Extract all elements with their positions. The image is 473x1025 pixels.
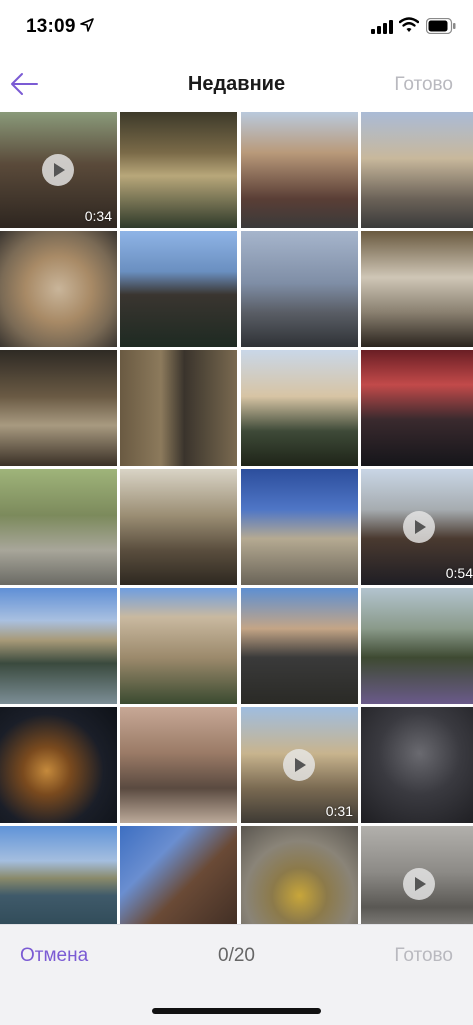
back-button[interactable] <box>8 68 40 100</box>
play-icon <box>403 868 435 900</box>
video-thumbnail[interactable]: 0:32 <box>361 826 473 924</box>
photo-thumbnail[interactable] <box>0 469 117 585</box>
photo-thumbnail[interactable] <box>0 826 117 924</box>
battery-icon <box>426 18 456 34</box>
video-thumbnail[interactable]: 0:31 <box>241 707 358 823</box>
play-icon <box>42 154 74 186</box>
photo-thumbnail[interactable] <box>120 826 237 924</box>
photo-thumbnail[interactable] <box>361 707 473 823</box>
home-indicator <box>152 1008 321 1014</box>
play-icon <box>283 749 315 781</box>
photo-thumbnail[interactable] <box>120 588 237 704</box>
arrow-left-icon <box>11 73 38 95</box>
photo-thumbnail[interactable] <box>120 350 237 466</box>
photo-thumbnail[interactable] <box>361 231 473 347</box>
photo-thumbnail[interactable] <box>120 707 237 823</box>
photo-thumbnail[interactable] <box>241 588 358 704</box>
video-duration: 0:31 <box>325 803 353 819</box>
photo-thumbnail[interactable] <box>120 231 237 347</box>
photo-thumbnail[interactable] <box>241 826 358 924</box>
location-arrow-icon <box>80 18 94 32</box>
wifi-icon <box>399 17 419 32</box>
photo-thumbnail[interactable] <box>361 350 473 466</box>
photo-thumbnail[interactable] <box>241 112 358 228</box>
status-time: 13:09 <box>26 16 76 37</box>
video-thumbnail[interactable]: 0:54 <box>361 469 473 585</box>
video-duration: 0:54 <box>445 565 473 581</box>
photo-thumbnail[interactable] <box>241 350 358 466</box>
status-bar: 13:09 <box>0 0 473 56</box>
photo-thumbnail[interactable] <box>241 469 358 585</box>
video-duration: 0:34 <box>84 208 112 224</box>
photo-thumbnail[interactable] <box>0 707 117 823</box>
cancel-button[interactable]: Отмена <box>20 945 88 967</box>
photo-thumbnail[interactable] <box>120 469 237 585</box>
done-button-top[interactable]: Готово <box>394 74 453 96</box>
photo-thumbnail[interactable] <box>120 112 237 228</box>
photo-thumbnail[interactable] <box>0 588 117 704</box>
photo-thumbnail[interactable] <box>361 588 473 704</box>
photo-thumbnail[interactable] <box>0 231 117 347</box>
navigation-bar: Недавние Готово <box>0 56 473 112</box>
cellular-signal-icon <box>371 20 393 34</box>
video-thumbnail[interactable]: 0:34 <box>0 112 117 228</box>
photo-thumbnail[interactable] <box>241 231 358 347</box>
play-icon <box>403 511 435 543</box>
done-button-bottom[interactable]: Готово <box>394 945 453 967</box>
photo-thumbnail[interactable] <box>361 112 473 228</box>
photo-grid: 0:34 0:54 0:31 0:32 <box>0 112 473 924</box>
photo-thumbnail[interactable] <box>0 350 117 466</box>
